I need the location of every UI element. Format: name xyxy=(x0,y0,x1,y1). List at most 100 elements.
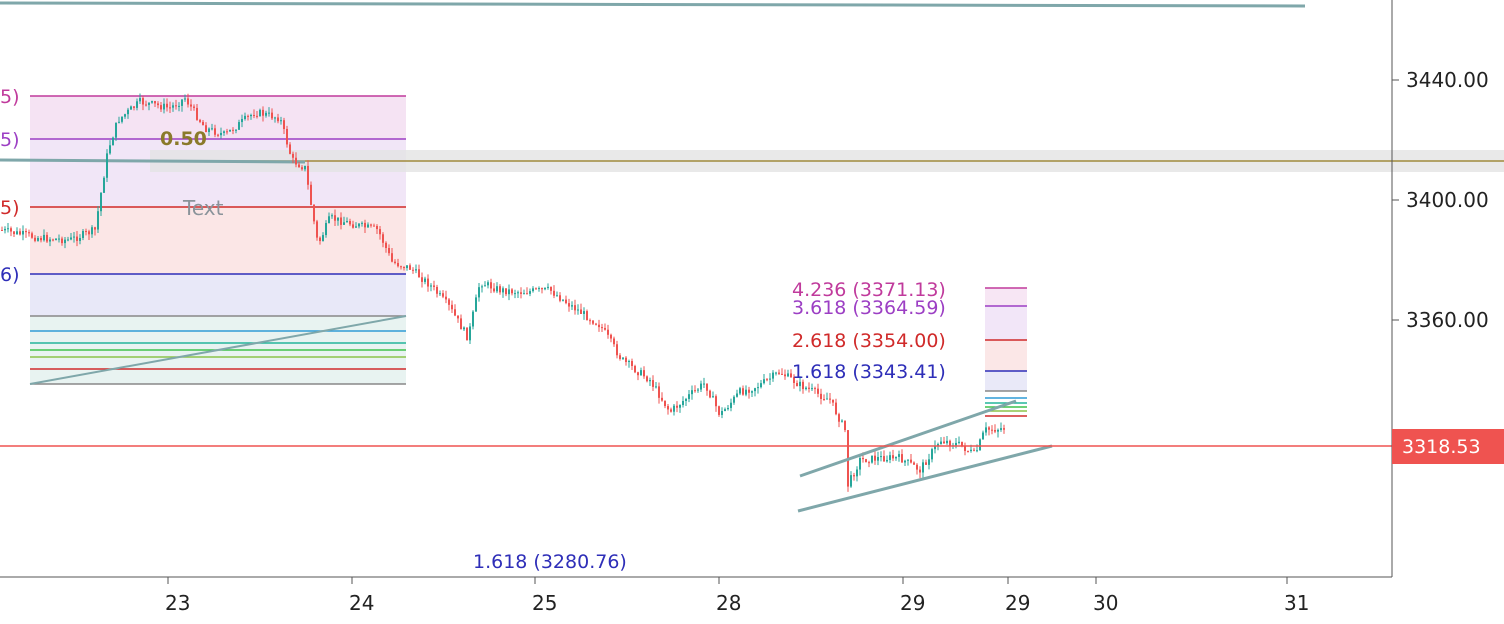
candle-body xyxy=(466,327,468,341)
candle-body xyxy=(607,329,609,335)
top-trend-line[interactable] xyxy=(0,1,1306,8)
candle-body xyxy=(487,282,489,286)
candle-body xyxy=(142,98,144,105)
candle-body xyxy=(823,398,825,400)
candle-body xyxy=(247,115,249,117)
candle-body xyxy=(343,222,345,225)
channel-lower-line[interactable] xyxy=(797,444,1053,513)
candle-body xyxy=(283,120,285,129)
candle-body xyxy=(658,386,660,398)
candle-body xyxy=(838,414,840,422)
candle-body xyxy=(898,454,900,457)
x-tick-label-7: 30 xyxy=(1093,591,1118,615)
candle-body xyxy=(208,128,210,133)
candle-body xyxy=(244,115,246,119)
candle-body xyxy=(958,441,960,443)
candle-body xyxy=(595,323,597,325)
candle-body xyxy=(916,464,918,470)
y-tick-label-3: 3360.00 xyxy=(1406,308,1489,332)
last-price-label: 3318.53 xyxy=(1402,436,1481,458)
horizontal-line-teal[interactable] xyxy=(0,158,306,164)
candle-body xyxy=(787,373,789,377)
candle-body xyxy=(538,288,540,290)
candle-body xyxy=(562,299,564,301)
candle-body xyxy=(508,289,510,295)
candle-body xyxy=(535,288,537,290)
candle-body xyxy=(523,293,525,295)
candle-body xyxy=(298,164,300,168)
candle-body xyxy=(853,475,855,477)
candle-body xyxy=(559,295,561,301)
candle-body xyxy=(766,379,768,381)
candle-body xyxy=(55,238,57,241)
fib-left-labels: 5) 5) 5) 6) xyxy=(0,86,20,286)
candle-body xyxy=(886,459,888,462)
candle-body xyxy=(277,117,279,122)
candle-body xyxy=(922,462,924,473)
candle-body xyxy=(325,223,327,236)
fib-label-2618: 2.618 (3354.00) xyxy=(792,330,946,352)
candle-body xyxy=(304,165,306,170)
candle-body xyxy=(451,304,453,310)
x-ticks: 23 24 25 28 29 29 30 31 xyxy=(165,577,1309,615)
candle-body xyxy=(274,117,276,119)
candle-body xyxy=(532,288,534,292)
candle-body xyxy=(889,455,891,460)
x-tick-label-1: 23 xyxy=(165,591,190,615)
price-chart[interactable]: 3440.00 3400.00 3360.00 3318.53 23 24 25… xyxy=(0,0,1504,624)
candle-body xyxy=(58,238,60,240)
candle-body xyxy=(772,372,774,379)
candle-body xyxy=(418,269,420,278)
candle-body xyxy=(319,237,321,242)
candle-body xyxy=(925,462,927,465)
candle-body xyxy=(310,184,312,205)
candle-body xyxy=(118,121,120,123)
candle-body xyxy=(7,228,9,230)
candle-body xyxy=(901,454,903,463)
candle-body xyxy=(190,104,192,107)
candle-body xyxy=(880,456,882,458)
candle-body xyxy=(388,248,390,254)
candle-body xyxy=(832,399,834,403)
candle-body xyxy=(316,221,318,238)
candle-body xyxy=(265,112,267,116)
candle-body xyxy=(169,107,171,109)
candle-body xyxy=(592,320,594,324)
text-annotation[interactable]: Text xyxy=(182,196,224,220)
y-ticks: 3440.00 3400.00 3360.00 xyxy=(1392,68,1489,332)
candle-body xyxy=(808,387,810,389)
candle-body xyxy=(463,327,465,330)
candle-body xyxy=(49,239,51,242)
candle-body xyxy=(973,449,975,451)
candle-body xyxy=(781,373,783,375)
candle-body xyxy=(748,389,750,393)
candle-body xyxy=(604,327,606,330)
candle-body xyxy=(520,292,522,294)
last-price-badge: 3318.53 xyxy=(1392,429,1504,464)
candle-body xyxy=(79,237,81,241)
candle-body xyxy=(619,355,621,359)
candle-body xyxy=(997,429,999,432)
candle-body xyxy=(1003,428,1005,430)
candle-body xyxy=(181,99,183,106)
candle-body xyxy=(694,390,696,392)
y-tick-label-1: 3440.00 xyxy=(1406,68,1489,92)
candle-body xyxy=(334,215,336,221)
candle-body xyxy=(577,309,579,311)
candle-body xyxy=(598,324,600,328)
candle-body xyxy=(313,204,315,222)
candle-body xyxy=(826,398,828,400)
candle-body xyxy=(337,217,339,221)
candle-body xyxy=(109,145,111,154)
candle-body xyxy=(712,396,714,398)
candle-body xyxy=(139,98,141,102)
candle-body xyxy=(445,296,447,300)
candle-body xyxy=(529,291,531,294)
candle-body xyxy=(709,390,711,398)
candle-body xyxy=(292,153,294,158)
candle-body xyxy=(718,406,720,415)
candle-body xyxy=(355,226,357,228)
candle-body xyxy=(217,134,219,136)
candle-body xyxy=(415,269,417,271)
candle-body xyxy=(175,105,177,107)
